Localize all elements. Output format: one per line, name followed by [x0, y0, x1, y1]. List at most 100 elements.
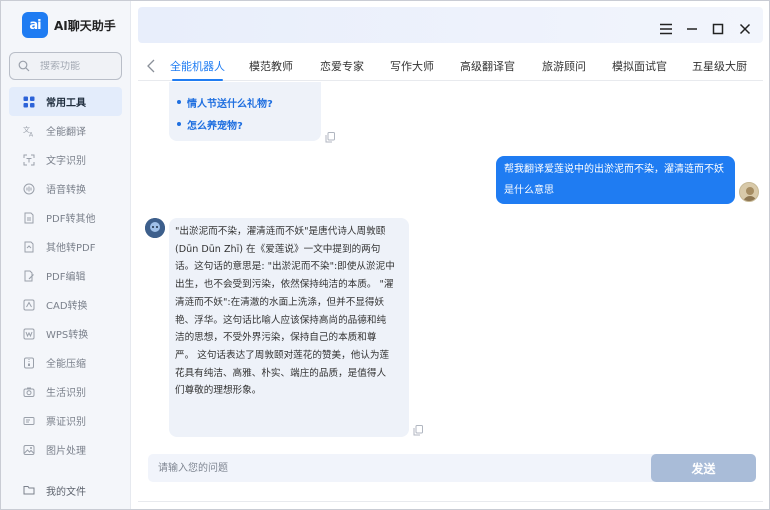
sidebar-item-voice[interactable]: 语音转换: [1, 174, 130, 203]
sidebar-item-label: 其他转PDF: [46, 243, 96, 254]
message-input[interactable]: [158, 454, 638, 482]
bot-avatar: [145, 218, 165, 238]
translate-icon: 文 A: [23, 125, 34, 137]
tab-five-star-chef[interactable]: 五星级大厨: [692, 51, 747, 81]
bot-message-line: 话。这句话的意思是: "出淤泥而不染":即使从淤泥中: [175, 261, 395, 273]
close-button[interactable]: [737, 21, 753, 37]
bot-message-line: 清涟而不妖":在清澈的水面上洗涤，但并不显得妖: [175, 296, 385, 308]
pdf-convert-icon: [24, 212, 34, 223]
sidebar-item-label: 全能翻译: [46, 127, 86, 138]
minimize-icon: [687, 28, 697, 30]
menu-button[interactable]: [658, 21, 674, 37]
sidebar-item-label: CAD转换: [46, 301, 88, 312]
sidebar-item-label: 生活识别: [46, 388, 86, 399]
suggestion-item[interactable]: 情人节送什么礼物?: [177, 91, 313, 113]
suggestion-text: 怎么养宠物?: [187, 120, 243, 132]
bullet-icon: [177, 100, 181, 104]
search-box[interactable]: [9, 52, 122, 80]
sidebar-item-label: 图片处理: [46, 446, 86, 457]
sidebar-menu: 常用工具 文 A 全能翻译 文字识别 语音转换 PDF转其他 其他转PDF PD…: [1, 87, 130, 464]
camera-icon: [23, 387, 35, 397]
app-title: AI聊天助手: [54, 18, 116, 33]
sidebar-item-label: 语音转换: [46, 185, 86, 196]
svg-text:A: A: [29, 131, 34, 137]
sidebar-item-label: PDF编辑: [46, 272, 86, 283]
minimize-button[interactable]: [684, 21, 700, 37]
chevron-left-icon: [147, 59, 155, 72]
suggestion-bubble: 情人节送什么礼物? 怎么养宠物?: [169, 82, 321, 141]
sidebar-item-label: 常用工具: [46, 98, 86, 109]
sidebar-item-label: 票证识别: [46, 417, 86, 428]
suggestion-text: 情人节送什么礼物?: [187, 98, 273, 110]
sidebar-item-label: 文字识别: [46, 156, 86, 167]
tabs-prev-button[interactable]: [140, 59, 162, 73]
copy-icon[interactable]: [413, 425, 423, 436]
maximize-icon: [712, 23, 724, 35]
message-composer: 发送: [148, 454, 756, 482]
assistant-tabs: 全能机器人 模范教师 恋爱专家 写作大师 高级翻译官 旅游顾问 模拟面试官 五星…: [138, 51, 763, 81]
robot-icon: [145, 218, 165, 238]
my-files-label: 我的文件: [46, 486, 86, 498]
sidebar-item-my-files[interactable]: 我的文件: [1, 477, 130, 503]
bot-message-line: 严。 这句话表达了周敦颐对莲花的赞美，他认为莲: [175, 349, 390, 361]
maximize-button[interactable]: [710, 21, 726, 37]
bot-message-line: (Dūn Dūn Zhī) 在《爱莲说》一文中提到的两句: [175, 243, 381, 255]
sidebar-item-compress[interactable]: 全能压缩: [1, 348, 130, 377]
tab-all-round-bot[interactable]: 全能机器人: [170, 51, 225, 81]
scan-text-icon: [23, 154, 35, 165]
search-icon: [18, 60, 30, 72]
tab-writing-master[interactable]: 写作大师: [390, 51, 434, 81]
close-icon: [739, 23, 751, 35]
sidebar-item-life-recognition[interactable]: 生活识别: [1, 377, 130, 406]
sidebar-item-ocr[interactable]: 文字识别: [1, 145, 130, 174]
compress-icon: [24, 357, 34, 368]
pdf-edit-icon: [24, 270, 34, 281]
to-pdf-icon: [24, 241, 34, 252]
sidebar-item-image-processing[interactable]: 图片处理: [1, 435, 130, 464]
bot-message-line: 出生，也不会受到污染，依然保持纯洁的本质。 "濯: [175, 279, 394, 291]
sidebar-item-cad[interactable]: CAD转换: [1, 290, 130, 319]
sidebar-item-translate[interactable]: 文 A 全能翻译: [1, 116, 130, 145]
avatar-icon: [743, 187, 757, 201]
bullet-icon: [177, 122, 181, 126]
sidebar: ai AI聊天助手 常用工具 文: [1, 1, 131, 509]
wps-icon: [23, 328, 35, 339]
tab-love-expert[interactable]: 恋爱专家: [320, 51, 364, 81]
app-logo: ai AI聊天助手: [22, 11, 116, 39]
user-message: 帮我翻译爱莲说中的出淤泥而不染，濯清涟而不妖是什么意思: [496, 156, 735, 204]
suggestion-item[interactable]: 怎么养宠物?: [177, 113, 313, 135]
tab-mock-interviewer[interactable]: 模拟面试官: [612, 51, 667, 81]
folder-icon: [23, 486, 35, 495]
sidebar-item-wps[interactable]: WPS转换: [1, 319, 130, 348]
ticket-icon: [23, 416, 35, 425]
bot-message-line: 洁的思想，不受外界污染，保持自己的本质和尊: [175, 332, 377, 344]
sidebar-item-label: PDF转其他: [46, 214, 96, 225]
sidebar-item-label: WPS转换: [46, 330, 89, 341]
grid-icon: [23, 96, 35, 107]
search-input[interactable]: [40, 60, 120, 72]
bot-message-line: 们尊敬的理想形象。: [175, 385, 262, 397]
divider: [138, 501, 763, 502]
chat-area: 情人节送什么礼物? 怎么养宠物? 帮我翻译爱莲说中的出淤泥而不染，濯清涟而不妖是…: [138, 82, 763, 437]
sidebar-item-common-tools[interactable]: 常用工具: [9, 87, 122, 116]
bot-message-line: 花具有纯洁、高雅、朴实、端庄的品质，是值得人: [175, 367, 387, 379]
sidebar-item-label: 全能压缩: [46, 359, 86, 370]
bot-message-line: "出淤泥而不染，濯清涟而不妖"是唐代诗人周敦颐: [175, 226, 386, 237]
voice-icon: [23, 183, 35, 194]
tab-travel-advisor[interactable]: 旅游顾问: [542, 51, 586, 81]
image-icon: [23, 444, 35, 455]
hamburger-icon: [660, 23, 672, 35]
sidebar-item-ticket-recognition[interactable]: 票证识别: [1, 406, 130, 435]
tab-model-teacher[interactable]: 模范教师: [249, 51, 293, 81]
sidebar-item-pdf-edit[interactable]: PDF编辑: [1, 261, 130, 290]
sidebar-item-pdf-to-other[interactable]: PDF转其他: [1, 203, 130, 232]
copy-icon[interactable]: [325, 132, 335, 143]
title-bar: [138, 7, 763, 43]
bot-message-line: 艳、浮华。这句话比喻人应该保持高尚的品德和纯: [175, 314, 387, 326]
send-button[interactable]: 发送: [651, 454, 756, 482]
cad-icon: [23, 299, 35, 310]
sidebar-item-to-pdf[interactable]: 其他转PDF: [1, 232, 130, 261]
app-window: ai AI聊天助手 常用工具 文: [0, 0, 770, 510]
tab-translator[interactable]: 高级翻译官: [460, 51, 515, 81]
bot-message: "出淤泥而不染，濯清涟而不妖"是唐代诗人周敦颐 (Dūn Dūn Zhī) 在《…: [169, 218, 409, 437]
